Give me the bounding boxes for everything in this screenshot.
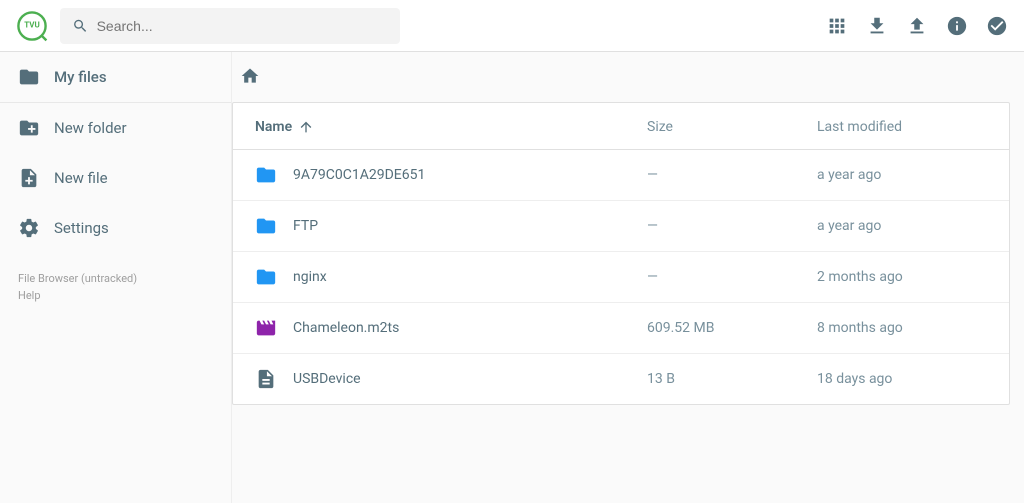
sidebar: My files New folder New file Settings Fi…	[0, 52, 232, 503]
file-list-header: Name Size Last modified	[233, 103, 1009, 150]
file-size: 609.52 MB	[647, 320, 817, 336]
file-modified: a year ago	[817, 218, 987, 234]
search-input[interactable]	[97, 18, 388, 34]
sidebar-item-label: My files	[54, 68, 107, 86]
sidebar-item-label: Settings	[54, 219, 109, 237]
file-panel: Name Size Last modified 9A79C0C1A29DE651…	[232, 102, 1010, 405]
folder-icon	[18, 66, 40, 88]
document-icon	[255, 368, 277, 390]
note-add-icon	[18, 167, 40, 189]
folder-icon	[255, 164, 277, 186]
upload-icon[interactable]	[906, 15, 928, 37]
column-header-name[interactable]: Name	[255, 119, 647, 135]
sidebar-item-settings[interactable]: Settings	[0, 203, 231, 253]
folder-icon	[255, 215, 277, 237]
file-name: FTP	[293, 218, 647, 234]
file-row[interactable]: 9A79C0C1A29DE651—a year ago	[233, 150, 1009, 201]
home-icon[interactable]	[240, 66, 260, 86]
sidebar-footer: File Browser (untracked) Help	[0, 253, 231, 322]
file-size: —	[647, 167, 817, 183]
file-modified: 2 months ago	[817, 269, 987, 285]
check-circle-icon[interactable]	[986, 15, 1008, 37]
file-row[interactable]: USBDevice13 B18 days ago	[233, 354, 1009, 404]
sidebar-item-new-folder[interactable]: New folder	[0, 103, 231, 153]
file-rows: 9A79C0C1A29DE651—a year agoFTP—a year ag…	[233, 150, 1009, 404]
file-row[interactable]: FTP—a year ago	[233, 201, 1009, 252]
logo: TVU	[16, 10, 48, 42]
sidebar-item-my-files[interactable]: My files	[0, 52, 231, 103]
info-icon[interactable]	[946, 15, 968, 37]
column-header-size[interactable]: Size	[647, 119, 817, 135]
file-row[interactable]: nginx—2 months ago	[233, 252, 1009, 303]
header-actions	[826, 15, 1008, 37]
footer-version: File Browser (untracked)	[18, 271, 213, 288]
sidebar-item-label: New file	[54, 169, 108, 187]
column-header-modified[interactable]: Last modified	[817, 119, 987, 135]
file-size: —	[647, 218, 817, 234]
file-size: 13 B	[647, 371, 817, 387]
settings-icon	[18, 217, 40, 239]
svg-text:TVU: TVU	[24, 20, 40, 29]
file-modified: 8 months ago	[817, 320, 987, 336]
file-name: 9A79C0C1A29DE651	[293, 167, 647, 183]
breadcrumb	[232, 66, 1010, 98]
sidebar-item-new-file[interactable]: New file	[0, 153, 231, 203]
header: TVU	[0, 0, 1024, 52]
footer-help[interactable]: Help	[18, 288, 213, 305]
create-folder-icon	[18, 117, 40, 139]
file-modified: a year ago	[817, 167, 987, 183]
download-icon[interactable]	[866, 15, 888, 37]
file-name: nginx	[293, 269, 647, 285]
layout: My files New folder New file Settings Fi…	[0, 52, 1024, 503]
movie-icon	[255, 317, 277, 339]
file-modified: 18 days ago	[817, 371, 987, 387]
file-size: —	[647, 269, 817, 285]
file-row[interactable]: Chameleon.m2ts609.52 MB8 months ago	[233, 303, 1009, 354]
main: Name Size Last modified 9A79C0C1A29DE651…	[232, 52, 1024, 503]
sidebar-item-label: New folder	[54, 119, 127, 137]
search-icon	[72, 17, 89, 35]
folder-icon	[255, 266, 277, 288]
search-box[interactable]	[60, 8, 400, 44]
file-name: USBDevice	[293, 371, 647, 387]
grid-view-icon[interactable]	[826, 15, 848, 37]
file-name: Chameleon.m2ts	[293, 320, 647, 336]
sort-asc-icon	[298, 119, 314, 135]
